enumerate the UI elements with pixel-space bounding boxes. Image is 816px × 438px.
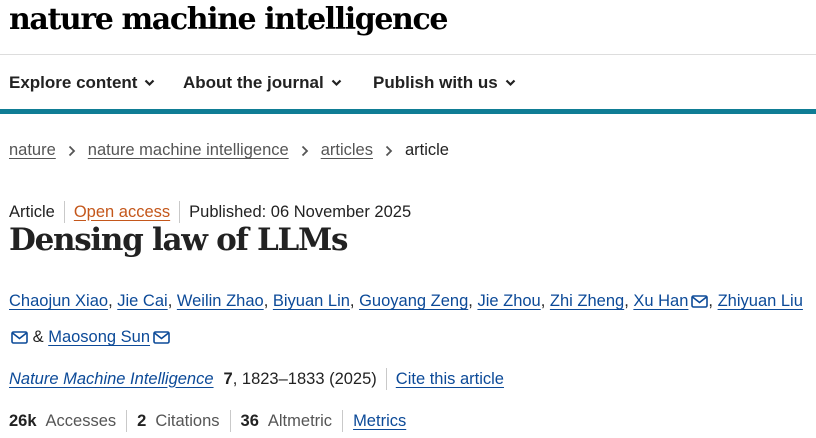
author-link[interactable]: Guoyang Zeng — [359, 292, 468, 310]
breadcrumb-articles[interactable]: articles — [321, 141, 373, 160]
cite-this-article-link[interactable]: Cite this article — [396, 370, 504, 389]
divider — [342, 410, 344, 432]
article-metrics: 26k Accesses 2 Citations 36 Altmetric Me… — [9, 410, 406, 432]
open-access-link[interactable]: Open access — [74, 203, 170, 222]
author-link[interactable]: Jie Cai — [117, 292, 167, 310]
divider — [126, 410, 128, 432]
author-list: Chaojun Xiao, Jie Cai, Weilin Zhao, Biyu… — [9, 284, 809, 356]
nav-explore-content[interactable]: Explore content — [9, 73, 155, 93]
chevron-down-icon — [144, 79, 155, 87]
author-link[interactable]: Weilin Zhao — [177, 292, 264, 310]
mail-icon[interactable] — [691, 286, 709, 320]
nav-label: Explore content — [9, 73, 138, 92]
chevron-right-icon — [68, 145, 76, 157]
article-type: Article — [9, 202, 55, 221]
nav-label: About the journal — [183, 73, 324, 92]
article-meta: Article Open access Published: 06 Novemb… — [9, 201, 411, 223]
citations-label: Citations — [155, 411, 220, 430]
author-link[interactable]: Zhi Zheng — [550, 292, 624, 310]
pages-year: , 1823–1833 (2025) — [232, 369, 377, 388]
mail-icon[interactable] — [11, 322, 28, 356]
breadcrumb: nature nature machine intelligence artic… — [9, 141, 449, 160]
author-link[interactable]: Xu Han — [633, 292, 688, 310]
divider — [179, 201, 181, 223]
divider — [63, 201, 65, 223]
author-link[interactable]: Chaojun Xiao — [9, 292, 108, 310]
author-link[interactable]: Jie Zhou — [477, 292, 540, 310]
accesses-label: Accesses — [45, 411, 117, 430]
site-header: nature machine intelligence — [0, 0, 816, 55]
breadcrumb-journal[interactable]: nature machine intelligence — [88, 141, 289, 160]
altmetric-score: 36 — [240, 411, 259, 430]
chevron-right-icon — [301, 145, 309, 157]
divider — [229, 410, 231, 432]
article-title: Densing law of LLMs — [9, 222, 349, 258]
altmetric-label: Altmetric — [267, 411, 333, 430]
main-nav: Explore content About the journal Publis… — [0, 55, 816, 114]
citation-line: Nature Machine Intelligence 7 , 1823–183… — [9, 368, 504, 390]
published-date: Published: 06 November 2025 — [189, 202, 412, 221]
journal-link[interactable]: Nature Machine Intelligence — [9, 370, 214, 389]
volume: 7 — [223, 369, 233, 388]
mail-icon[interactable] — [153, 322, 170, 356]
breadcrumb-current: article — [404, 141, 449, 159]
nav-publish-with-us[interactable]: Publish with us — [373, 73, 516, 93]
accesses-count: 26k — [9, 411, 37, 430]
author-link[interactable]: Biyuan Lin — [273, 292, 350, 310]
chevron-down-icon — [505, 79, 516, 87]
site-logo[interactable]: nature machine intelligence — [9, 2, 448, 37]
nav-label: Publish with us — [373, 73, 498, 92]
author-link[interactable]: Zhiyuan Liu — [718, 292, 803, 310]
author-link[interactable]: Maosong Sun — [48, 328, 150, 346]
author-joiner: & — [32, 328, 44, 346]
nav-about-the-journal[interactable]: About the journal — [183, 73, 342, 93]
chevron-right-icon — [385, 145, 393, 157]
metrics-link[interactable]: Metrics — [353, 412, 406, 431]
chevron-down-icon — [331, 79, 342, 87]
divider — [385, 368, 387, 390]
breadcrumb-nature[interactable]: nature — [9, 141, 56, 160]
citations-count: 2 — [137, 411, 147, 430]
